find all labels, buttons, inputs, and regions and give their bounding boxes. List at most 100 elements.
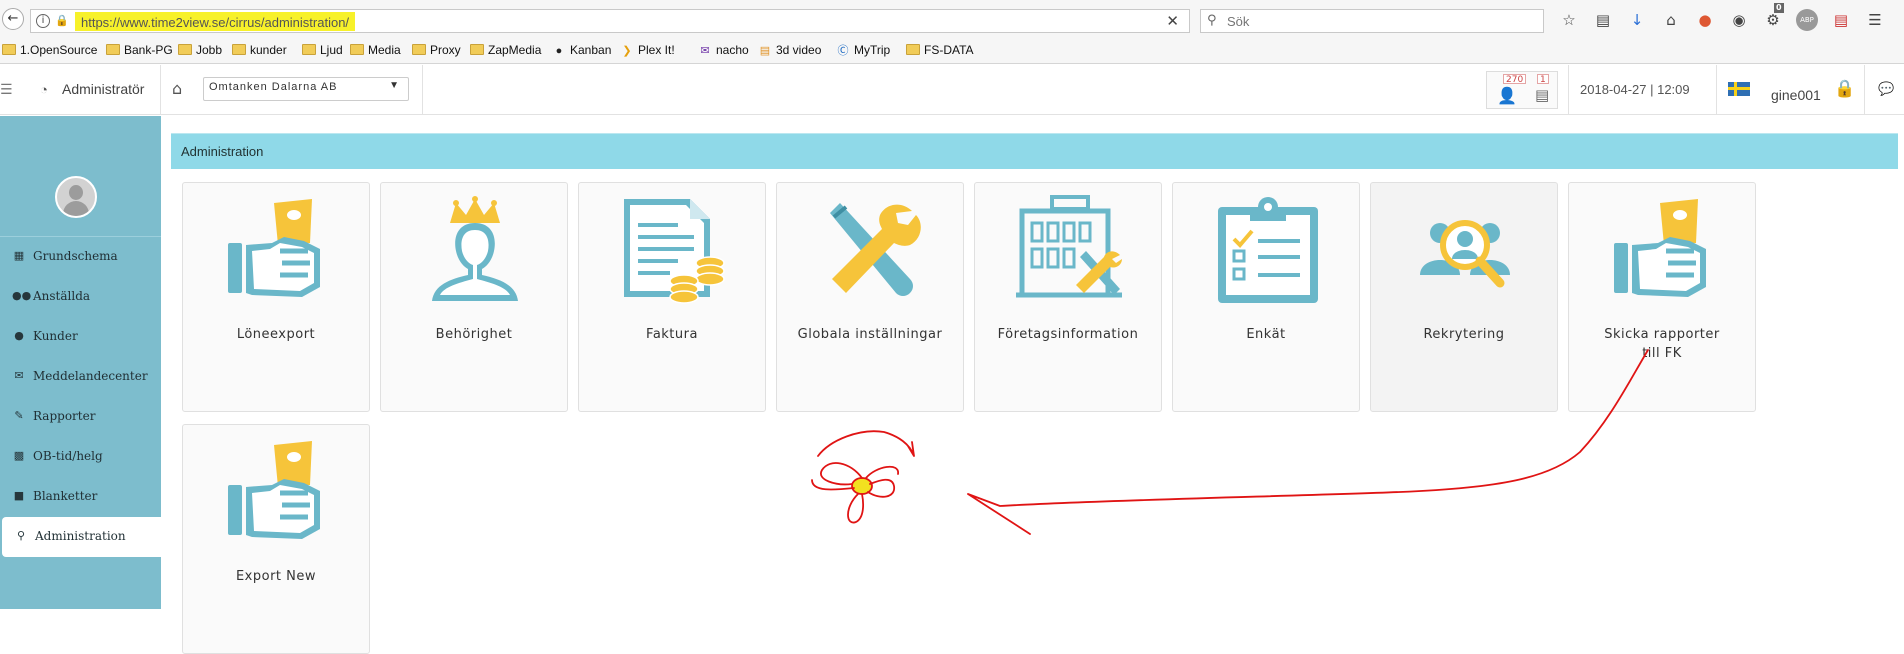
user-notifications-badge: 270: [1503, 74, 1527, 85]
sidebar-item-label: OB-tid/helg: [33, 449, 103, 463]
back-arrow-icon[interactable]: ←: [2, 8, 24, 30]
sidebar-item-administration[interactable]: ⚲ Administration: [2, 517, 161, 557]
home-icon[interactable]: ⌂: [1660, 9, 1682, 31]
tile-rekrytering[interactable]: Rekrytering: [1370, 182, 1558, 412]
calendar-icon: ▦: [13, 249, 25, 262]
datetime: 2018-04-27 | 12:09: [1580, 82, 1690, 97]
tile-label: Löneexport: [236, 327, 316, 342]
avatar[interactable]: [55, 176, 97, 218]
folder-icon: [412, 44, 426, 55]
sidebar-nav: ▦ Grundschema ●● Anställda ● Kunder ✉ Meddel…: [0, 236, 161, 557]
pencil-icon: ✎: [14, 409, 24, 422]
lock-icon[interactable]: 🔒: [1834, 79, 1855, 99]
tile-foretagsinformation[interactable]: Företagsinformation: [974, 182, 1162, 412]
bookmark-item[interactable]: Proxy: [412, 42, 461, 58]
kanban-icon: ●: [555, 45, 563, 57]
bookmarks-bar: 1.OpenSource Bank-PG Jobb kunder Ljud Media Pr…: [0, 36, 1904, 64]
sidebar-item-label: Anställda: [33, 289, 91, 303]
duckduckgo-icon[interactable]: ●: [1694, 9, 1716, 31]
tile-label: Behörighet: [435, 327, 513, 342]
swedish-flag-icon[interactable]: [1728, 82, 1750, 96]
reading-list-icon[interactable]: ▤: [1592, 9, 1614, 31]
adblock-icon[interactable]: ABP: [1796, 9, 1818, 31]
hand-money-icon: [228, 199, 320, 297]
folder-icon: [906, 44, 920, 55]
folder-icon: [2, 44, 16, 55]
download-icon[interactable]: ↓: [1626, 9, 1648, 31]
bookmark-label: 1.OpenSource: [20, 43, 98, 57]
tile-export-new[interactable]: Export New: [182, 424, 370, 654]
pdf-icon[interactable]: ▤: [1830, 9, 1852, 31]
bookmark-item[interactable]: ▤ 3d video: [758, 42, 822, 58]
header-divider: [1864, 65, 1865, 115]
hamburger-icon[interactable]: ☰: [0, 83, 16, 97]
chart-icon: ▩: [13, 449, 25, 462]
info-icon[interactable]: i: [36, 14, 50, 28]
clipboard-checklist-icon: [1218, 197, 1318, 303]
company-select[interactable]: Omtanken Dalarna AB ▼: [203, 77, 409, 101]
bookmark-item[interactable]: ● Kanban: [552, 42, 612, 58]
sidebar-item-label: Rapporter: [33, 409, 96, 423]
menu-icon[interactable]: ☰: [1864, 9, 1886, 31]
sidebar-item-meddelandecenter[interactable]: ✉ Meddelandecenter: [0, 357, 161, 397]
header-divider: [1568, 65, 1569, 115]
browser-search-field[interactable]: ⚲: [1200, 9, 1544, 33]
folder-icon: [232, 44, 246, 55]
bookmark-item[interactable]: Jobb: [178, 42, 222, 58]
search-icon: ⚲: [1207, 13, 1217, 28]
sidebar-item-rapporter[interactable]: ✎ Rapporter: [0, 397, 161, 437]
documents-icon[interactable]: ▤: [1535, 86, 1549, 104]
extension-icon[interactable]: ⚙ 0: [1762, 3, 1784, 31]
bookmark-item[interactable]: Media: [350, 42, 401, 58]
lock-icon[interactable]: 🔒: [55, 14, 69, 28]
tile-loneexport[interactable]: Löneexport: [182, 182, 370, 412]
chevron-down-icon: ▼: [389, 80, 400, 91]
bookmark-label: ZapMedia: [488, 43, 542, 57]
tile-faktura[interactable]: Faktura: [578, 182, 766, 412]
people-search-icon: [1420, 220, 1510, 288]
username[interactable]: gine001: [1771, 87, 1821, 103]
bookmark-item[interactable]: kunder: [232, 42, 287, 58]
sidebar-item-ob-tid[interactable]: ▩ OB-tid/helg: [0, 437, 161, 477]
notification-box: 👤 270 ▤ 1: [1486, 71, 1558, 109]
folder-icon: [350, 44, 364, 55]
key-icon: ⚲: [16, 529, 26, 542]
chat-icon[interactable]: 💬: [1878, 82, 1894, 97]
tools-icon: [830, 203, 921, 296]
bookmark-item[interactable]: 1.OpenSource: [2, 42, 97, 58]
star-icon[interactable]: ☆: [1558, 9, 1580, 31]
home-icon[interactable]: ⌂: [172, 79, 182, 98]
bookmark-item[interactable]: Bank-PG: [106, 42, 173, 58]
browser-search-input[interactable]: [1227, 12, 1527, 30]
user-notifications-icon[interactable]: 👤: [1497, 86, 1517, 105]
user-icon: ●: [14, 329, 24, 342]
bookmark-label: Kanban: [570, 43, 612, 57]
url-text[interactable]: https://www.time2view.se/cirrus/administ…: [81, 15, 349, 30]
bookmark-item[interactable]: FS-DATA: [906, 42, 974, 58]
url-bar[interactable]: i 🔒 https://www.time2view.se/cirrus/admi…: [30, 9, 1190, 33]
tile-enkat[interactable]: Enkät: [1172, 182, 1360, 412]
sidebar-item-grundschema[interactable]: ▦ Grundschema: [0, 237, 161, 277]
file-icon: ■: [13, 489, 25, 502]
bookmark-label: nacho: [716, 43, 749, 57]
bookmark-item[interactable]: Ljud: [302, 42, 343, 58]
close-icon[interactable]: ✕: [1166, 12, 1179, 30]
brand[interactable]: ◔ Administratör: [40, 81, 144, 97]
tile-behorighet[interactable]: Behörighet: [380, 182, 568, 412]
tile-skicka-rapporter-fk[interactable]: Skicka rapporter till FK: [1568, 182, 1756, 412]
tile-label: Globala inställningar: [797, 327, 943, 342]
sidebar-item-anstallda[interactable]: ●● Anställda: [0, 277, 161, 317]
sidebar-item-kunder[interactable]: ● Kunder: [0, 317, 161, 357]
tile-globala-installningar[interactable]: Globala inställningar: [776, 182, 964, 412]
sidebar-profile: [0, 116, 161, 236]
bookmark-item[interactable]: ✉ nacho: [698, 42, 749, 58]
company-select-value: Omtanken Dalarna AB: [209, 81, 338, 93]
bookmark-item[interactable]: Ⓒ MyTrip: [836, 42, 891, 58]
bookmark-item[interactable]: ZapMedia: [470, 42, 541, 58]
building-tools-icon: [1016, 195, 1122, 298]
pocket-icon[interactable]: ◉: [1728, 9, 1750, 31]
hand-money-icon: [1614, 199, 1706, 297]
bookmark-item[interactable]: ❯ Plex It!: [620, 42, 674, 58]
sidebar-item-blanketter[interactable]: ■ Blanketter: [0, 477, 161, 517]
tile-label: Enkät: [1246, 327, 1286, 342]
